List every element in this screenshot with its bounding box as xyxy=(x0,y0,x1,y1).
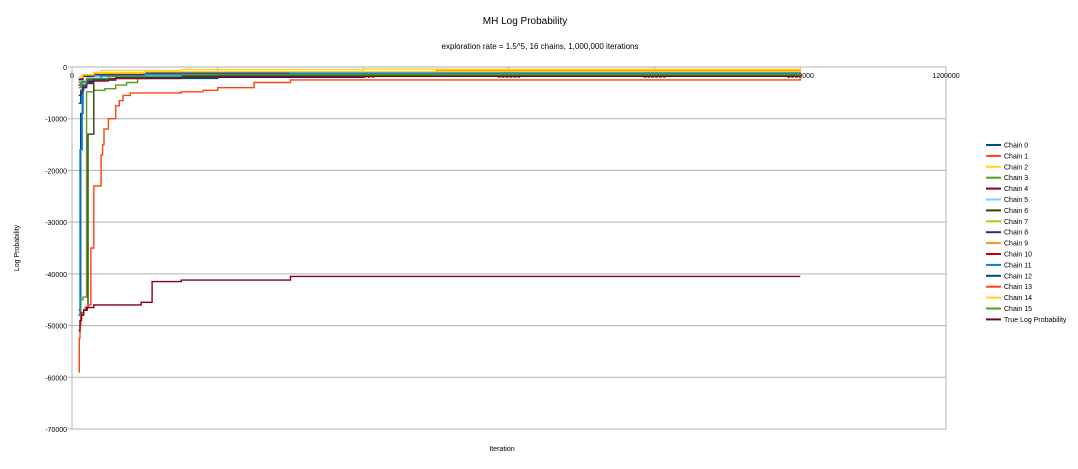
series-line-chain-0 xyxy=(78,72,801,311)
y-tick-label: -20000 xyxy=(45,168,67,175)
chart-subtitle: exploration rate = 1.5^5, 16 chains, 1,0… xyxy=(442,42,639,51)
series-line-chain-13 xyxy=(78,77,801,373)
tick-labels: 0 -10000 -20000 -30000 -40000 -50000 -60000 -70… xyxy=(45,65,960,434)
line-chart: MH Log Probability exploration rate = 1.… xyxy=(14,16,1067,453)
y-tick-label: 0 xyxy=(63,65,67,72)
y-tick-label: -70000 xyxy=(45,427,67,434)
legend-label: Chain 6 xyxy=(1004,208,1028,215)
legend-label: Chain 0 xyxy=(1004,143,1028,150)
legend-label: Chain 5 xyxy=(1004,197,1028,204)
chart-container: MH Log Probability exploration rate = 1.… xyxy=(0,0,1078,464)
legend-label: Chain 11 xyxy=(1004,262,1032,269)
series-line-true-log-probability xyxy=(78,275,801,332)
series-line-chain-6 xyxy=(78,74,801,316)
legend-label: Chain 8 xyxy=(1004,230,1028,237)
x-axis-label: Iteration xyxy=(489,446,514,453)
legend-label: Chain 7 xyxy=(1004,219,1028,226)
y-tick-label: -60000 xyxy=(45,375,67,382)
legend: Chain 0 Chain 1 Chain 2 Chain 3 Chain 4 Chain… xyxy=(986,143,1067,324)
legend-label: Chain 13 xyxy=(1004,284,1032,291)
series-lines xyxy=(78,68,801,373)
series-line-chain-3 xyxy=(78,73,801,316)
legend-label: Chain 2 xyxy=(1004,164,1028,171)
gridlines xyxy=(68,66,947,430)
legend-label: Chain 3 xyxy=(1004,175,1028,182)
series-line-chain-11 xyxy=(78,72,801,316)
legend-label: Chain 15 xyxy=(1004,306,1032,313)
legend-label: Chain 4 xyxy=(1004,186,1028,193)
y-tick-label: -40000 xyxy=(45,272,67,279)
legend-label: Chain 14 xyxy=(1004,295,1032,302)
legend-label: True Log Probability xyxy=(1004,317,1067,324)
plot-area-border xyxy=(71,66,947,430)
y-axis-label: Log Probability xyxy=(14,224,21,271)
legend-label: Chain 10 xyxy=(1004,252,1032,259)
y-tick-label: -30000 xyxy=(45,220,67,227)
chart-title: MH Log Probability xyxy=(483,16,567,27)
legend-label: Chain 12 xyxy=(1004,273,1032,280)
legend-label: Chain 9 xyxy=(1004,241,1028,248)
y-tick-label: -10000 xyxy=(45,117,67,124)
y-tick-label: -50000 xyxy=(45,324,67,331)
legend-label: Chain 1 xyxy=(1004,153,1028,160)
